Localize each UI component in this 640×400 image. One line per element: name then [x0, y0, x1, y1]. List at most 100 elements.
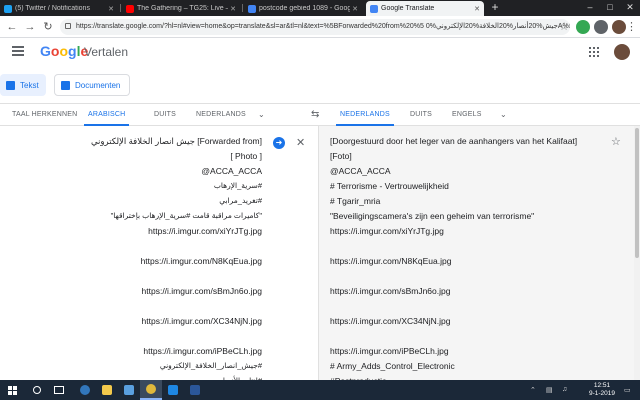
source-text-line: @ACCA_ACCA [201, 166, 262, 176]
windows-taskbar: ⌃ ▤ ♫ 12:51 9-1-2019 ▭ [0, 380, 640, 400]
bookmark-star-icon[interactable]: ☆ [556, 19, 572, 35]
tab-title: Google Translate [381, 5, 435, 12]
source-text-line: #جيش_انصار_الخلافة_الإلكتروني [159, 361, 262, 370]
search-button[interactable] [26, 380, 48, 400]
scrollbar-thumb[interactable] [635, 128, 639, 258]
tab-title: The Gathering – TG25: Live – [137, 5, 229, 12]
documents-mode-button[interactable]: Documenten [54, 74, 130, 96]
browser-menu-icon[interactable]: ⋮ [626, 19, 637, 35]
back-button[interactable]: ← [4, 19, 20, 35]
source-text-panel[interactable]: ➜ ✕ جيش انصار الخلافة الإلكتروني [Forwar… [0, 126, 318, 380]
clear-text-icon[interactable]: ✕ [296, 136, 305, 149]
tray-up-arrow-icon[interactable]: ⌃ [530, 386, 536, 394]
tab-close-icon[interactable]: ✕ [474, 5, 480, 13]
browser-tab-strip: (5) Twitter / Notifications ✕ The Gatherin… [0, 0, 640, 16]
source-text-line: https://i.imgur.com/XC34NjN.jpg [141, 316, 262, 326]
tab-close-icon[interactable]: ✕ [352, 5, 358, 13]
new-tab-button[interactable]: + [488, 1, 502, 15]
taskbar-app-explorer[interactable] [96, 380, 118, 400]
forward-button[interactable]: → [22, 19, 38, 35]
address-bar[interactable]: https://translate.google.com/?hl=nl#view… [60, 19, 570, 35]
google-logo[interactable]: Google [40, 43, 88, 59]
source-text-line: https://i.imgur.com/xiYrJTg.jpg [148, 226, 262, 236]
taskbar-app-edge[interactable] [74, 380, 96, 400]
target-lang-chevron-down-icon[interactable]: ⌄ [500, 104, 507, 126]
close-window-button[interactable]: ✕ [620, 0, 640, 16]
translated-text-line: https://i.imgur.com/N8KqEua.jpg [330, 256, 452, 266]
tab-favicon-icon [370, 4, 378, 13]
product-name: Vertalen [84, 45, 129, 59]
source-text-line: [ Photo ] [230, 151, 262, 161]
translated-text-line: @ACCA_ACCA [330, 166, 391, 176]
network-icon[interactable]: ▤ [546, 386, 553, 394]
translated-text-line: # Army_Adds_Control_Electronic [330, 361, 455, 371]
lock-icon [65, 23, 71, 29]
tab-title: postcode gebied 1089 - Google [259, 5, 351, 12]
source-lang-german[interactable]: DUITS [154, 104, 176, 126]
taskbar-app-store[interactable] [118, 380, 140, 400]
source-lang-dutch[interactable]: NEDERLANDS [196, 104, 246, 126]
tab-close-icon[interactable]: ✕ [108, 5, 114, 13]
minimize-window-button[interactable]: – [580, 0, 600, 16]
browser-tab[interactable]: postcode gebied 1089 - Google ✕ [244, 1, 362, 16]
source-text-line: https://i.imgur.com/N8KqEua.jpg [140, 256, 262, 266]
save-translation-star-icon[interactable]: ☆ [611, 135, 621, 148]
clock-date: 9-1-2019 [588, 390, 616, 397]
translation-panel: ☆ [Doorgestuurd door het leger van de aa… [318, 126, 634, 380]
swap-languages-icon[interactable]: ⇆ [311, 109, 319, 120]
translated-text-line: "Beveiligingscamera's zijn een geheim va… [330, 211, 535, 221]
translated-text-line: https://i.imgur.com/sBmJn6o.jpg [330, 286, 451, 296]
translated-text-line: [Foto] [330, 151, 352, 161]
tab-favicon-icon [248, 4, 256, 13]
profile-icon[interactable] [612, 20, 626, 34]
tab-close-icon[interactable]: ✕ [230, 5, 236, 13]
source-lang-detect[interactable]: TAAL HERKENNEN [12, 104, 77, 126]
taskbar-app-mail[interactable] [162, 380, 184, 400]
extension-icon[interactable] [594, 20, 608, 34]
taskbar-app-word[interactable] [184, 380, 206, 400]
search-icon [33, 386, 41, 394]
extension-icon[interactable] [576, 20, 590, 34]
word-icon [190, 385, 200, 395]
source-text-line: #تغريد_مرابي [219, 196, 262, 205]
target-lang-german[interactable]: DUITS [410, 104, 432, 126]
page-scrollbar[interactable] [634, 126, 640, 380]
document-icon [61, 80, 70, 90]
browser-toolbar: ← → ↻ https://translate.google.com/?hl=n… [0, 16, 640, 38]
tab-favicon-icon [126, 4, 134, 13]
hamburger-menu-icon[interactable] [12, 46, 24, 56]
tab-favicon-icon [4, 4, 12, 13]
apps-grid-icon[interactable] [589, 47, 599, 57]
text-mode-label: Tekst [20, 80, 39, 90]
source-text-line: #سرية_الإرهاب [213, 181, 262, 190]
tab-title: (5) Twitter / Notifications [15, 5, 90, 12]
browser-tab[interactable]: (5) Twitter / Notifications ✕ [0, 1, 118, 16]
account-avatar[interactable] [614, 44, 630, 60]
clock-time: 12:51 [593, 382, 611, 389]
start-button[interactable] [0, 380, 24, 400]
taskbar-clock[interactable]: 12:51 9-1-2019 [584, 382, 620, 398]
reload-button[interactable]: ↻ [40, 19, 56, 35]
translated-text-line: https://i.imgur.com/XC34NjN.jpg [330, 316, 451, 326]
source-lang-arabic[interactable]: ARABISCH [84, 104, 130, 126]
notifications-icon[interactable]: ▭ [624, 386, 631, 394]
arrow-right-icon[interactable]: ➜ [273, 137, 285, 149]
volume-icon[interactable]: ♫ [562, 386, 567, 393]
maximize-window-button[interactable]: □ [600, 0, 620, 16]
task-view-button[interactable] [48, 380, 70, 400]
windows-logo-icon [7, 385, 17, 395]
explorer-icon [102, 385, 112, 395]
target-lang-english[interactable]: ENGELS [452, 104, 482, 126]
documents-mode-label: Documenten [75, 80, 121, 90]
mail-icon [168, 385, 178, 395]
source-lang-chevron-down-icon[interactable]: ⌄ [258, 104, 265, 126]
browser-tab[interactable]: The Gathering – TG25: Live – ✕ [122, 1, 240, 16]
translated-text-line: # Terrorisme - Vertrouwelijkheid [330, 181, 449, 191]
taskbar-app-chrome[interactable] [140, 380, 162, 400]
target-lang-dutch[interactable]: NEDERLANDS [336, 104, 394, 126]
browser-tab[interactable]: Google Translate ✕ [366, 1, 484, 16]
translate-icon [6, 80, 15, 90]
text-mode-button[interactable]: Tekst [0, 74, 46, 96]
chrome-icon [146, 384, 156, 394]
source-text-line: جيش انصار الخلافة الإلكتروني [Forwarded … [90, 136, 262, 146]
